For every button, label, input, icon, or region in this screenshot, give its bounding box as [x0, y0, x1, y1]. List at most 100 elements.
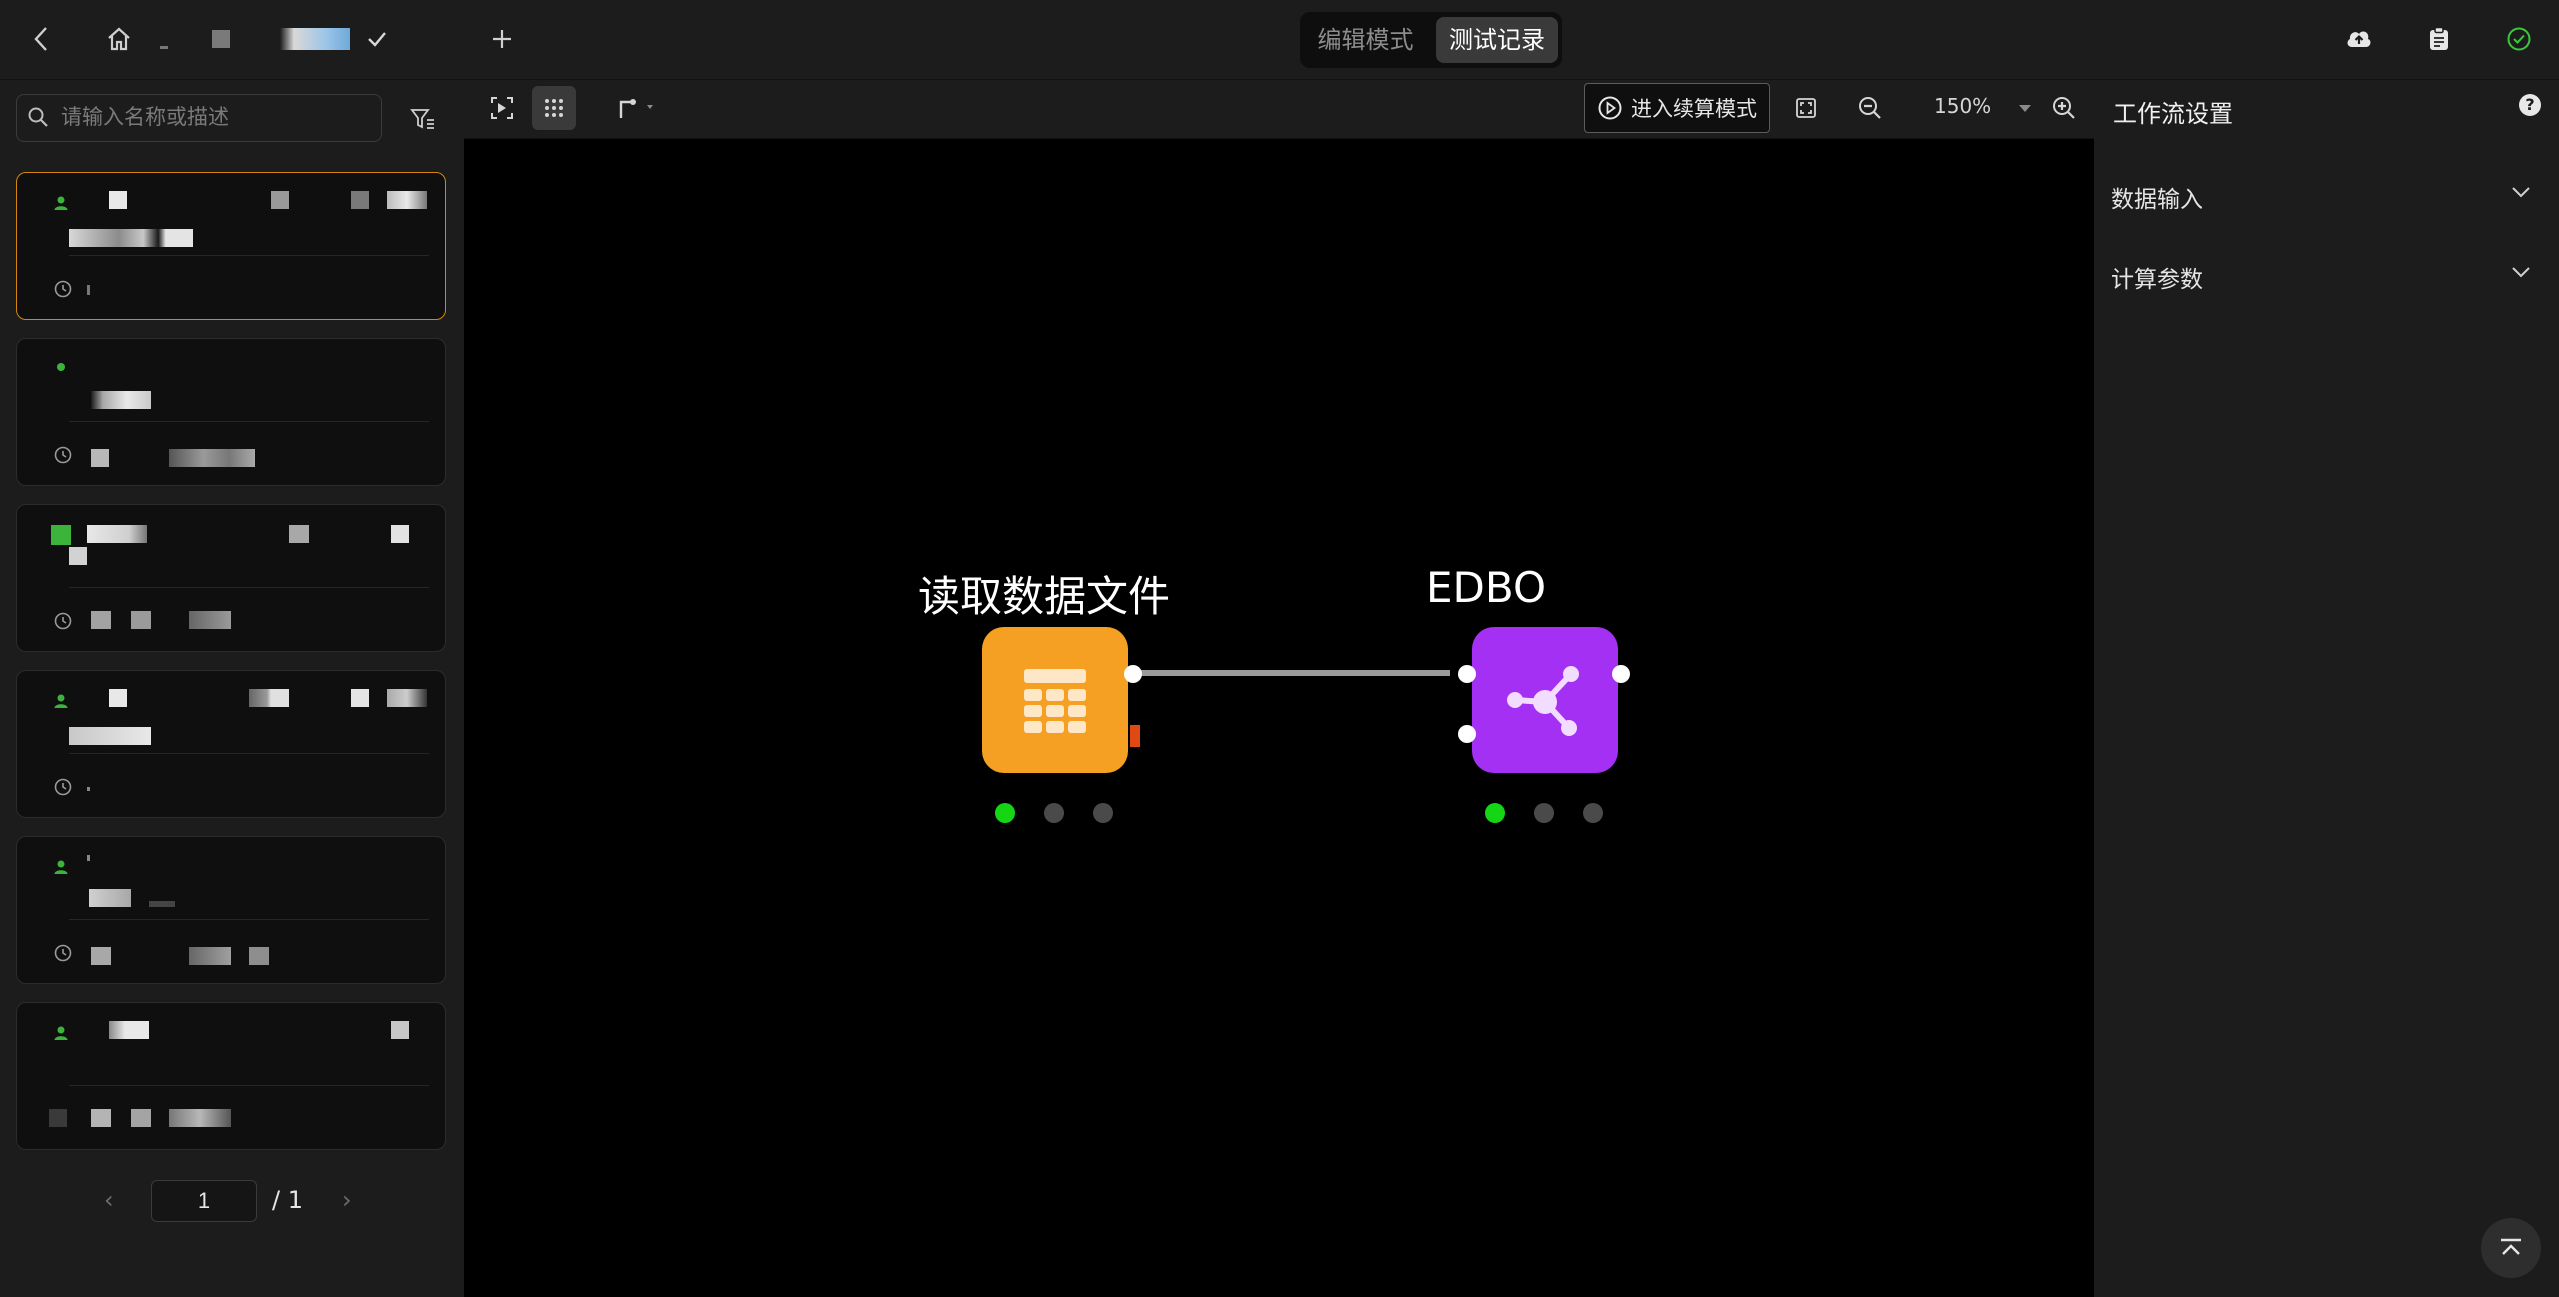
grid-icon[interactable] — [532, 86, 576, 130]
redacted-text — [87, 787, 90, 791]
redacted-text — [131, 1109, 151, 1127]
redacted-text — [91, 611, 111, 629]
help-icon[interactable]: ? — [2519, 94, 2541, 116]
redacted-text — [87, 285, 90, 295]
redacted-text — [69, 727, 151, 745]
redacted-text — [391, 1021, 409, 1039]
resume-mode-button[interactable]: 进入续算模式 — [1584, 83, 1770, 133]
output-port[interactable] — [1612, 665, 1630, 683]
home-icon[interactable] — [102, 22, 136, 56]
redacted-text — [249, 947, 269, 965]
redacted-text — [169, 1109, 231, 1127]
status-dot-active — [1485, 803, 1505, 823]
clipboard-icon[interactable] — [2422, 22, 2456, 56]
redacted-text — [89, 889, 131, 907]
caret-down-icon — [2018, 105, 2031, 112]
redacted-text — [189, 947, 231, 965]
redacted-text — [109, 1021, 149, 1039]
add-tab-icon[interactable] — [485, 22, 519, 56]
output-port[interactable] — [1124, 665, 1142, 683]
record-card[interactable] — [16, 338, 446, 486]
redacted-text — [351, 191, 369, 209]
workflow-name-redacted — [212, 30, 230, 48]
redacted-text — [189, 611, 231, 629]
zoom-in-icon[interactable] — [2042, 86, 2086, 130]
workflow-settings-panel: 工作流设置 ? 数据输入 计算参数 — [2095, 80, 2559, 1297]
connector-style-icon[interactable] — [610, 86, 666, 130]
back-icon[interactable] — [24, 22, 58, 56]
test-records-tab[interactable]: 测试记录 — [1436, 17, 1558, 63]
status-dot-inactive — [1534, 803, 1554, 823]
resume-mode-label: 进入续算模式 — [1631, 97, 1757, 121]
error-port[interactable] — [1130, 725, 1140, 747]
edit-mode-tab[interactable]: 编辑模式 — [1304, 17, 1427, 63]
chevron-down-icon — [2512, 267, 2530, 278]
node-label: EDBO — [1425, 563, 1546, 612]
record-card[interactable] — [16, 836, 446, 984]
redacted-text — [289, 525, 309, 543]
input-port[interactable] — [1458, 665, 1476, 683]
search-icon — [27, 106, 49, 132]
redacted-text — [87, 855, 90, 861]
search-box[interactable] — [16, 94, 382, 142]
fullscreen-icon[interactable] — [1784, 86, 1828, 130]
redacted-text — [109, 191, 127, 209]
redacted-text — [91, 391, 151, 409]
record-card[interactable] — [16, 504, 446, 652]
clock-icon — [54, 612, 72, 630]
prev-page-icon[interactable]: ‹ — [104, 1186, 114, 1214]
next-page-icon[interactable]: › — [342, 1186, 352, 1214]
clock-icon — [54, 280, 72, 298]
top-bar: 编辑模式 测试记录 — [0, 0, 2559, 80]
record-card[interactable] — [16, 172, 446, 320]
user-icon — [54, 196, 68, 210]
table-grid-icon — [1024, 669, 1086, 733]
record-card[interactable] — [16, 670, 446, 818]
redacted-text — [91, 1109, 111, 1127]
zoom-out-icon[interactable] — [1848, 86, 1892, 130]
workflow-name-redacted[interactable] — [280, 28, 350, 50]
record-card[interactable] — [16, 1002, 446, 1150]
section-data-input[interactable]: 数据输入 — [2095, 166, 2559, 222]
redacted-text — [169, 449, 255, 467]
redacted-text — [351, 689, 369, 707]
page-total: / 1 — [272, 1186, 303, 1214]
status-ok-icon[interactable] — [2502, 22, 2536, 56]
redacted-text — [249, 689, 289, 707]
connection-layer — [1136, 670, 1450, 676]
mode-switch: 编辑模式 测试记录 — [1300, 12, 1562, 68]
page-input[interactable] — [151, 1180, 257, 1222]
cloud-upload-icon[interactable] — [2342, 22, 2376, 56]
zoom-select[interactable]: 150% — [1934, 94, 2032, 118]
section-label: 数据输入 — [2111, 187, 2203, 213]
play-circle-icon — [1598, 96, 1622, 120]
clock-icon — [54, 778, 72, 796]
user-icon — [51, 525, 71, 545]
chevron-down-icon — [2512, 187, 2530, 198]
redacted-text — [91, 449, 109, 467]
confirm-name-icon[interactable] — [360, 22, 394, 56]
redacted-text — [49, 1109, 67, 1127]
share-network-icon — [1507, 666, 1579, 736]
fit-selection-icon[interactable] — [480, 86, 524, 130]
section-calc-params[interactable]: 计算参数 — [2095, 246, 2559, 302]
redacted-text — [91, 947, 111, 965]
back-to-top-icon — [2501, 1238, 2521, 1255]
back-to-top-button[interactable] — [2481, 1218, 2541, 1278]
section-label: 计算参数 — [2111, 267, 2203, 293]
user-icon — [54, 694, 68, 708]
redacted-text — [109, 689, 127, 707]
redacted-text — [69, 229, 193, 247]
clock-icon — [54, 446, 72, 464]
workflow-canvas[interactable]: 读取数据文件 EDBO — [464, 139, 2094, 1297]
input-port[interactable] — [1458, 725, 1476, 743]
redacted-text — [149, 901, 175, 907]
status-dot-inactive — [1093, 803, 1113, 823]
redacted-text — [271, 191, 289, 209]
node-label: 读取数据文件 — [917, 572, 1170, 621]
node-edbo[interactable] — [1472, 627, 1618, 773]
node-read-data-file[interactable] — [982, 627, 1128, 773]
status-dot-inactive — [1583, 803, 1603, 823]
search-input[interactable] — [59, 95, 373, 141]
filter-icon[interactable] — [406, 102, 440, 136]
